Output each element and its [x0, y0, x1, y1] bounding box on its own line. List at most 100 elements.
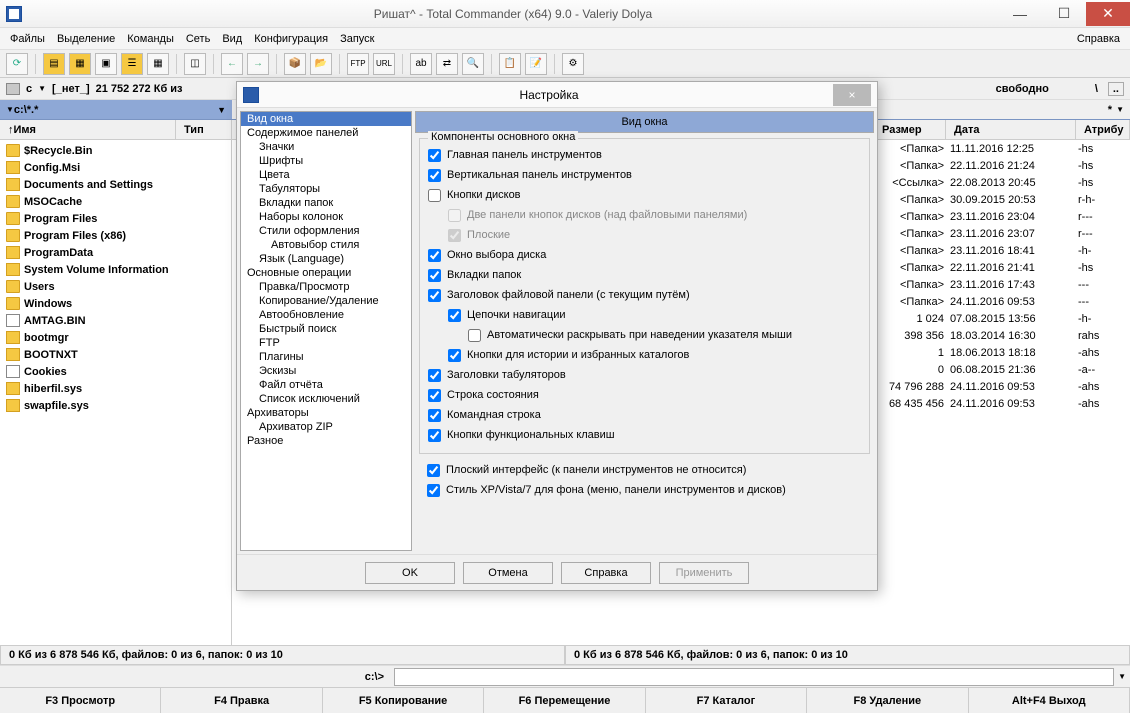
col-ext[interactable]: Тип	[176, 120, 232, 139]
file-row[interactable]: swapfile.sys	[0, 397, 231, 414]
pack-icon[interactable]: 📦	[284, 53, 306, 75]
cancel-button[interactable]: Отмена	[463, 562, 553, 584]
drive-icon[interactable]	[6, 83, 20, 95]
invert-icon[interactable]: ◫	[184, 53, 206, 75]
view-full-icon[interactable]: ▦	[69, 53, 91, 75]
dialog-close-button[interactable]: ×	[833, 84, 871, 106]
tree-item[interactable]: Копирование/Удаление	[241, 294, 411, 308]
tree-item[interactable]: Вид окна	[241, 112, 411, 126]
opt-main-toolbar[interactable]: Главная панель инструментов	[428, 145, 861, 165]
menu-files[interactable]: Файлы	[10, 33, 45, 45]
opt-vert-toolbar[interactable]: Вертикальная панель инструментов	[428, 165, 861, 185]
file-row[interactable]: Cookies	[0, 363, 231, 380]
help-button[interactable]: Справка	[561, 562, 651, 584]
file-row[interactable]: MSOCache	[0, 193, 231, 210]
opt-drive-combo[interactable]: Окно выбора диска	[428, 245, 861, 265]
tree-item[interactable]: Содержимое панелей	[241, 126, 411, 140]
menu-select[interactable]: Выделение	[57, 33, 115, 45]
tree-item[interactable]: Файл отчёта	[241, 378, 411, 392]
opt-status[interactable]: Строка состояния	[428, 385, 861, 405]
tree-item[interactable]: Язык (Language)	[241, 252, 411, 266]
opt-flat-ui[interactable]: Плоский интерфейс (к панели инструментов…	[427, 460, 862, 480]
refresh-icon[interactable]: ⟳	[6, 53, 28, 75]
copy-names-icon[interactable]: 📋	[499, 53, 521, 75]
col-name[interactable]: ↑Имя	[0, 120, 176, 139]
view-brief-icon[interactable]: ▤	[43, 53, 65, 75]
view-tree-icon[interactable]: ☰	[121, 53, 143, 75]
apply-button[interactable]: Применить	[659, 562, 749, 584]
tree-item[interactable]: Правка/Просмотр	[241, 280, 411, 294]
file-row[interactable]: Config.Msi	[0, 159, 231, 176]
ftp-icon[interactable]: FTP	[347, 53, 369, 75]
settings-tree[interactable]: Вид окнаСодержимое панелейЗначкиШрифтыЦв…	[240, 111, 412, 551]
file-row[interactable]: bootmgr	[0, 329, 231, 346]
file-row[interactable]: Program Files (x86)	[0, 227, 231, 244]
opt-panel-header[interactable]: Заголовок файловой панели (с текущим пут…	[428, 285, 861, 305]
tree-item[interactable]: Значки	[241, 140, 411, 154]
tree-item[interactable]: Автообновление	[241, 308, 411, 322]
col-size[interactable]: Размер	[874, 120, 946, 139]
opt-history-buttons[interactable]: Кнопки для истории и избранных каталогов	[428, 345, 861, 365]
url-icon[interactable]: URL	[373, 53, 395, 75]
back-icon[interactable]: ←	[221, 53, 243, 75]
file-row[interactable]: hiberfil.sys	[0, 380, 231, 397]
tree-item[interactable]: Наборы колонок	[241, 210, 411, 224]
ok-button[interactable]: OK	[365, 562, 455, 584]
minimize-button[interactable]: —	[998, 2, 1042, 26]
tree-item[interactable]: Основные операции	[241, 266, 411, 280]
right-slash[interactable]: \	[1095, 83, 1098, 95]
menu-start[interactable]: Запуск	[340, 33, 374, 45]
close-button[interactable]: ✕	[1086, 2, 1130, 26]
tree-item[interactable]: Разное	[241, 434, 411, 448]
left-path[interactable]: ▼ c:\*.* ▼	[0, 100, 232, 120]
opt-breadcrumb[interactable]: Цепочки навигации	[428, 305, 861, 325]
col-attr[interactable]: Атрибу	[1076, 120, 1130, 139]
tree-item[interactable]: Автовыбор стиля	[241, 238, 411, 252]
left-file-list[interactable]: $Recycle.BinConfig.MsiDocuments and Sett…	[0, 140, 231, 645]
opt-auto-expand[interactable]: Автоматически раскрывать при наведении у…	[428, 325, 861, 345]
col-date[interactable]: Дата	[946, 120, 1076, 139]
fkey-button[interactable]: Alt+F4 Выход	[969, 688, 1130, 713]
fkey-button[interactable]: F6 Перемещение	[484, 688, 645, 713]
unpack-icon[interactable]: 📂	[310, 53, 332, 75]
sync-icon[interactable]: ⇄	[436, 53, 458, 75]
menu-view[interactable]: Вид	[222, 33, 242, 45]
menu-help[interactable]: Справка	[1077, 33, 1120, 45]
opt-cmdline[interactable]: Командная строка	[428, 405, 861, 425]
tree-item[interactable]: Стили оформления	[241, 224, 411, 238]
menu-net[interactable]: Сеть	[186, 33, 210, 45]
opt-fkeys[interactable]: Кнопки функциональных клавиш	[428, 425, 861, 445]
file-row[interactable]: Documents and Settings	[0, 176, 231, 193]
menu-commands[interactable]: Команды	[127, 33, 174, 45]
drive-letter[interactable]: c	[26, 83, 32, 95]
menu-config[interactable]: Конфигурация	[254, 33, 328, 45]
fkey-button[interactable]: F7 Каталог	[646, 688, 807, 713]
tree-item[interactable]: Архиватор ZIP	[241, 420, 411, 434]
opt-tab-headers[interactable]: Заголовки табуляторов	[428, 365, 861, 385]
file-row[interactable]: AMTAG.BIN	[0, 312, 231, 329]
file-row[interactable]: Users	[0, 278, 231, 295]
tree-item[interactable]: Эскизы	[241, 364, 411, 378]
opt-drive-buttons[interactable]: Кнопки дисков	[428, 185, 861, 205]
file-row[interactable]: BOOTNXT	[0, 346, 231, 363]
forward-icon[interactable]: →	[247, 53, 269, 75]
tree-item[interactable]: Быстрый поиск	[241, 322, 411, 336]
tree-item[interactable]: Вкладки папок	[241, 196, 411, 210]
file-row[interactable]: Program Files	[0, 210, 231, 227]
file-row[interactable]: ProgramData	[0, 244, 231, 261]
fkey-button[interactable]: F4 Правка	[161, 688, 322, 713]
multirename-icon[interactable]: ab	[410, 53, 432, 75]
tree-item[interactable]: Плагины	[241, 350, 411, 364]
control-panel-icon[interactable]: ⚙	[562, 53, 584, 75]
fkey-button[interactable]: F5 Копирование	[323, 688, 484, 713]
file-row[interactable]: $Recycle.Bin	[0, 142, 231, 159]
file-row[interactable]: System Volume Information	[0, 261, 231, 278]
view-thumb-icon[interactable]: ▣	[95, 53, 117, 75]
cmd-input[interactable]	[394, 668, 1114, 686]
tree-item[interactable]: Архиваторы	[241, 406, 411, 420]
search-icon[interactable]: 🔍	[462, 53, 484, 75]
fkey-button[interactable]: F3 Просмотр	[0, 688, 161, 713]
fkey-button[interactable]: F8 Удаление	[807, 688, 968, 713]
opt-xp-style[interactable]: Стиль XP/Vista/7 для фона (меню, панели …	[427, 480, 862, 500]
notepad-icon[interactable]: 📝	[525, 53, 547, 75]
